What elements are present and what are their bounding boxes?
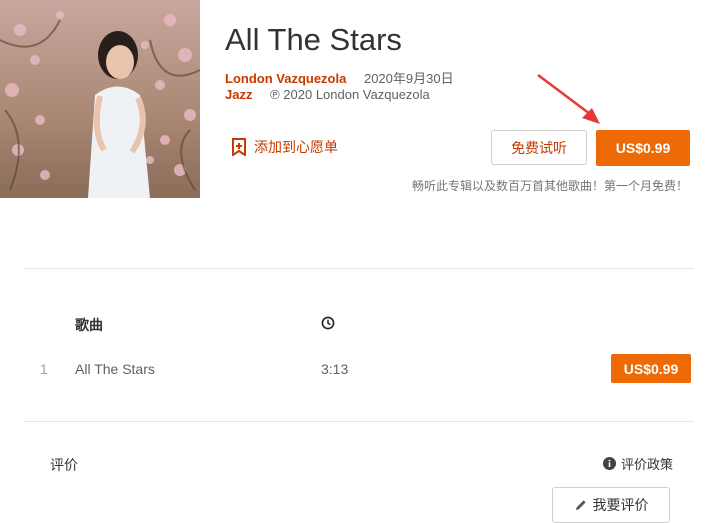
clock-icon	[321, 316, 335, 330]
album-meta-row-2: Jazz ℗ 2020 London Vazquezola	[225, 87, 430, 102]
buy-album-button[interactable]: US$0.99	[596, 130, 690, 166]
free-trial-button[interactable]: 免费试听	[491, 130, 587, 165]
promo-text: 畅听此专辑以及数百万首其他歌曲！第一个月免费！	[411, 179, 688, 193]
write-review-button[interactable]: 我要评价	[552, 487, 670, 523]
bookmark-plus-icon	[232, 138, 246, 156]
annotation-arrow	[537, 74, 600, 124]
review-policy-link[interactable]: 评价政策	[603, 454, 673, 473]
copyright: ℗ 2020 London Vazquezola	[270, 87, 430, 102]
pencil-icon	[575, 500, 586, 510]
add-to-wishlist-button[interactable]: 添加到心愿单	[231, 137, 338, 157]
write-review-label: 我要评价	[592, 497, 649, 513]
release-date: 2020年9月30日	[363, 71, 454, 86]
info-icon	[603, 457, 616, 470]
album-cover	[0, 0, 200, 198]
track-name[interactable]: All The Stars	[75, 361, 155, 377]
wishlist-label: 添加到心愿单	[254, 139, 338, 155]
section-divider	[24, 421, 694, 422]
reviews-heading: 评价	[50, 457, 78, 473]
genre-link[interactable]: Jazz	[225, 87, 252, 102]
review-policy-label: 评价政策	[621, 457, 674, 472]
track-duration: 3:13	[321, 361, 349, 377]
track-number: 1	[40, 361, 48, 377]
buy-track-button[interactable]: US$0.99	[611, 354, 691, 383]
artist-link[interactable]: London Vazquezola	[225, 71, 346, 86]
column-header-song: 歌曲	[75, 317, 103, 333]
album-meta-row-1: London Vazquezola 2020年9月30日	[225, 68, 454, 87]
section-divider	[24, 268, 694, 269]
album-title: All The Stars	[225, 22, 402, 57]
column-header-duration	[321, 316, 335, 333]
